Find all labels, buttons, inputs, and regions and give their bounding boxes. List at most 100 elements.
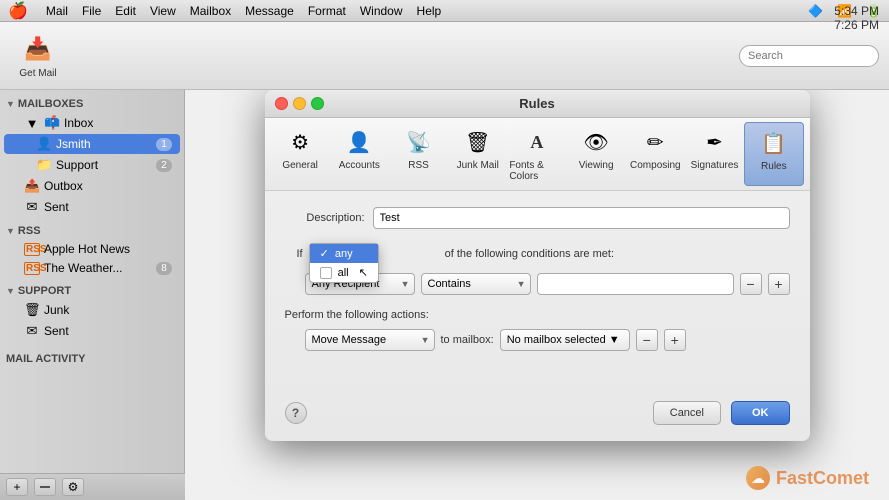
tab-general[interactable]: ⚙ General: [271, 122, 330, 186]
any-all-dropdown-container: ✓ any all ↖: [309, 243, 369, 265]
get-mail-button[interactable]: 📥 Get Mail: [10, 28, 66, 84]
general-icon: ⚙: [284, 126, 316, 158]
rss-arrow: ▼: [6, 226, 15, 236]
weather-label: The Weather...: [44, 261, 152, 275]
option-any[interactable]: ✓ any: [310, 244, 378, 263]
ok-button[interactable]: OK: [731, 401, 790, 425]
support-badge: 2: [156, 159, 172, 172]
gear-button[interactable]: ⚙: [62, 478, 84, 496]
inbox-folder-icon: 📫: [44, 115, 60, 131]
menubar-mailbox[interactable]: Mailbox: [190, 4, 231, 18]
tab-viewing[interactable]: 👁 Viewing: [567, 122, 626, 186]
menubar-view[interactable]: View: [150, 4, 176, 18]
time-display: 5:34 PM 7:26 PM: [834, 4, 879, 32]
minimize-button[interactable]: [293, 97, 306, 110]
menubar-format[interactable]: Format: [308, 4, 346, 18]
signatures-icon: ✒: [699, 126, 731, 158]
mailboxes-header: MAILBOXES: [18, 98, 83, 110]
condition-op-selector[interactable]: Contains ▼: [421, 273, 531, 295]
condition-prefix: If: [297, 248, 303, 260]
close-button[interactable]: [275, 97, 288, 110]
any-option-label: any: [335, 248, 353, 260]
sidebar-item-support-sent[interactable]: ✉ Sent: [4, 321, 180, 341]
tab-signatures[interactable]: ✒ Signatures: [685, 122, 744, 186]
sidebar: ▼ MAILBOXES ▼ 📫 Inbox 👤 Jsmith 1 📁 Suppo…: [0, 90, 185, 500]
menubar-file[interactable]: File: [82, 4, 101, 18]
bluetooth-icon: 🔷: [808, 4, 823, 18]
menubar-message[interactable]: Message: [245, 4, 294, 18]
signatures-label: Signatures: [691, 160, 739, 171]
search-input[interactable]: [739, 45, 879, 67]
rss-tab-icon: 📡: [403, 126, 435, 158]
menubar-mail[interactable]: Mail: [46, 4, 68, 18]
menubar-edit[interactable]: Edit: [115, 4, 136, 18]
sidebar-item-inbox[interactable]: ▼ 📫 Inbox: [4, 113, 180, 133]
action-type-selector[interactable]: Move Message ▼: [305, 329, 435, 351]
all-option-label: all: [338, 267, 349, 279]
sidebar-item-sent[interactable]: ✉ Sent: [4, 197, 180, 217]
main-content: Rules ⚙ General 👤 Accounts 📡: [185, 90, 889, 500]
time1: 5:34 PM: [834, 4, 879, 18]
rules-dialog: Rules ⚙ General 👤 Accounts 📡: [265, 90, 810, 441]
tab-fonts-colors[interactable]: A Fonts & Colors: [507, 122, 566, 186]
tab-rss[interactable]: 📡 RSS: [389, 122, 448, 186]
description-input[interactable]: [373, 207, 790, 229]
tab-rules[interactable]: 📋 Rules: [744, 122, 803, 186]
outbox-icon: 📤: [24, 178, 40, 194]
sidebar-item-outbox[interactable]: 📤 Outbox: [4, 176, 180, 196]
tab-composing[interactable]: ✏ Composing: [626, 122, 685, 186]
accounts-label: Accounts: [339, 160, 380, 171]
action-type-arrow: ▼: [421, 335, 430, 345]
add-condition-button[interactable]: +: [768, 273, 790, 295]
app-window: 📥 Get Mail 5:34 PM 7:26 PM ▼ MAILBOXES ▼…: [0, 22, 889, 500]
sidebar-item-junk[interactable]: 🗑 Junk: [4, 300, 180, 320]
rss-group[interactable]: ▼ RSS: [0, 221, 184, 239]
brand-comet: Comet: [813, 468, 869, 488]
sidebar-item-support[interactable]: 📁 Support 2: [4, 155, 180, 175]
apple-menu-icon[interactable]: 🍎: [8, 1, 28, 21]
get-mail-icon: 📥: [22, 33, 54, 65]
dialog-body: Description: If ✓ any: [265, 191, 810, 391]
mailboxes-group[interactable]: ▼ MAILBOXES: [0, 94, 184, 112]
tab-accounts[interactable]: 👤 Accounts: [330, 122, 389, 186]
option-all[interactable]: all ↖: [310, 263, 378, 282]
rules-label: Rules: [761, 161, 787, 172]
action-row: Move Message ▼ to mailbox: No mailbox se…: [305, 329, 790, 351]
support-section-group[interactable]: ▼ SUPPORT: [0, 281, 184, 299]
add-action-button[interactable]: +: [664, 329, 686, 351]
viewing-label: Viewing: [579, 160, 614, 171]
rss-icon: RSS: [24, 243, 40, 256]
composing-icon: ✏: [639, 126, 671, 158]
accounts-icon: 👤: [343, 126, 375, 158]
add-mailbox-button[interactable]: +: [6, 478, 28, 496]
mail-activity-group: MAIL ACTIVITY: [0, 349, 184, 367]
junk-icon: 🗑: [24, 302, 40, 318]
mailbox-selector[interactable]: No mailbox selected ▼: [500, 329, 630, 351]
menubar-window[interactable]: Window: [360, 4, 403, 18]
fonts-colors-icon: A: [521, 126, 553, 158]
help-button[interactable]: ?: [285, 402, 307, 424]
inbox-label: Inbox: [64, 116, 172, 130]
menubar-help[interactable]: Help: [417, 4, 442, 18]
viewing-icon: 👁: [580, 126, 612, 158]
remove-action-button[interactable]: −: [636, 329, 658, 351]
maximize-button[interactable]: [311, 97, 324, 110]
dialog-footer: ? Cancel OK: [265, 391, 810, 441]
cancel-button[interactable]: Cancel: [653, 401, 721, 425]
checkmark-icon: ✓: [320, 247, 329, 260]
junk-mail-icon: 🗑: [462, 126, 494, 158]
remove-mailbox-button[interactable]: [34, 478, 56, 496]
condition-value-input[interactable]: [537, 273, 734, 295]
sidebar-item-jsmith[interactable]: 👤 Jsmith 1: [4, 134, 180, 154]
condition-op-value: Contains: [428, 278, 471, 290]
any-all-dropdown[interactable]: ✓ any all ↖: [309, 243, 379, 283]
remove-condition-button[interactable]: −: [740, 273, 762, 295]
support-sent-icon: ✉: [24, 323, 40, 339]
apple-hot-news-label: Apple Hot News: [44, 242, 172, 256]
tab-junk-mail[interactable]: 🗑 Junk Mail: [448, 122, 507, 186]
sidebar-item-apple-hot-news[interactable]: RSS Apple Hot News: [4, 240, 180, 258]
dialog-toolbar: ⚙ General 👤 Accounts 📡 RSS 🗑: [265, 118, 810, 191]
rss-header: RSS: [18, 225, 41, 237]
sidebar-item-weather[interactable]: RSS The Weather... 8: [4, 259, 180, 277]
junk-mail-label: Junk Mail: [457, 160, 499, 171]
